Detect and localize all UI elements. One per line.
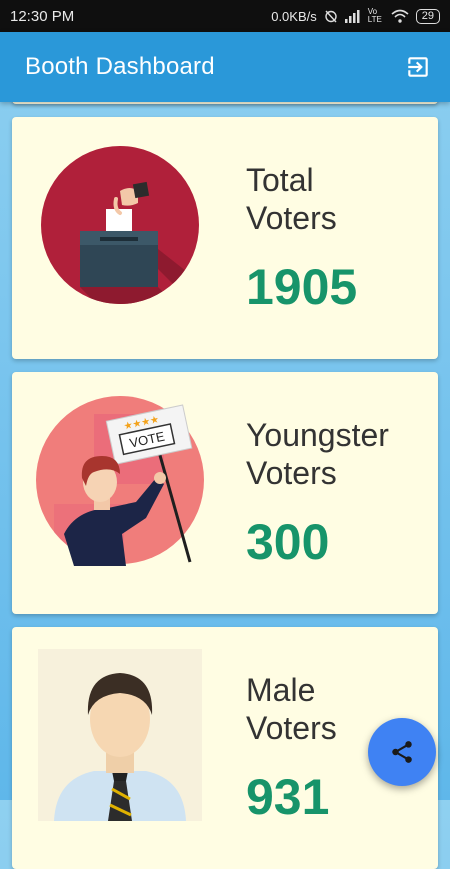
network-type: Vo LTE <box>367 7 382 24</box>
male-avatar-illustration <box>34 649 206 821</box>
alarm-off-icon <box>325 10 337 23</box>
ballot-box-illustration <box>34 139 206 311</box>
exit-to-app-icon <box>408 57 428 77</box>
page-title: Booth Dashboard <box>25 53 215 80</box>
battery-icon: 29 <box>415 8 440 24</box>
total-voters-card[interactable]: Total Voters 1905 <box>12 117 438 359</box>
status-time: 12:30 PM <box>10 7 75 25</box>
youngster-voters-text: Youngster Voters 300 <box>246 416 436 570</box>
card-label-line2: Voters <box>246 200 337 236</box>
network-speed: 0.0KB/s <box>271 8 317 24</box>
share-button[interactable] <box>368 718 436 786</box>
vote-sign-illustration: ★★★★ VOTE <box>34 394 206 566</box>
card-label-line2: Voters <box>246 455 337 491</box>
share-icon <box>392 741 412 763</box>
youngster-voters-count: 300 <box>246 514 330 570</box>
signal-icon <box>344 9 360 23</box>
status-bar: 12:30 PM 0.0KB/s Vo LTE 29 <box>0 0 450 32</box>
total-voters-count: 1905 <box>246 259 358 315</box>
total-voters-text: Total Voters 1905 <box>246 161 436 315</box>
status-icons: 0.0KB/s Vo LTE 29 <box>271 8 440 24</box>
card-label-line1: Male <box>246 672 316 708</box>
card-label-line1: Youngster <box>246 417 389 453</box>
wifi-icon <box>391 9 409 23</box>
youngster-voters-card[interactable]: ★★★★ VOTE Youngster Voters 300 <box>12 372 438 614</box>
app-bar: Booth Dashboard <box>0 32 450 102</box>
exit-button[interactable] <box>404 53 432 81</box>
card-label-line1: Total <box>246 162 314 198</box>
